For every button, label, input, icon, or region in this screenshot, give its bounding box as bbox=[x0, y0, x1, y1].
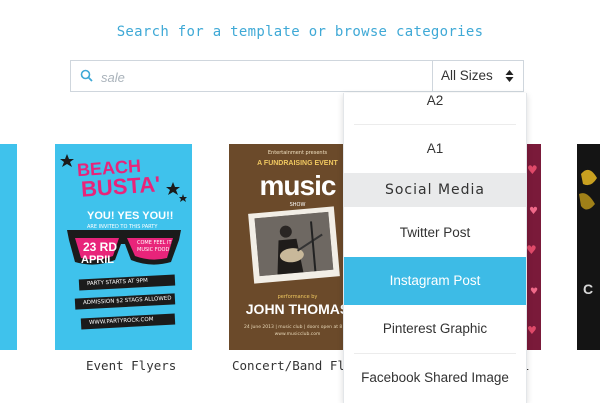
size-select[interactable]: All Sizes bbox=[432, 61, 523, 91]
sort-caret-icon bbox=[505, 69, 514, 83]
size-select-label: All Sizes bbox=[441, 68, 493, 83]
dropdown-section-social-media: Social Media bbox=[344, 173, 526, 207]
category-label-concert-flyers[interactable]: Concert/Band Fly bbox=[232, 358, 352, 373]
dropdown-divider bbox=[354, 124, 516, 125]
template-thumb-partial-right[interactable]: C bbox=[577, 144, 600, 350]
size-option-instagram-post[interactable]: Instagram Post bbox=[344, 257, 526, 305]
concert-photo bbox=[248, 206, 340, 284]
beach-info-text: COME FEEL IT MUSIC FOOD bbox=[137, 240, 172, 253]
size-option-twitter-post[interactable]: Twitter Post bbox=[344, 225, 526, 240]
template-thumb-event-flyer[interactable]: BEACH BUSTA' YOU! YES YOU!! ARE INVITED … bbox=[55, 144, 192, 350]
size-dropdown-menu: A2 A1 Social Media Twitter Post Instagra… bbox=[343, 93, 527, 403]
template-thumb-hearts[interactable]: ♥ ♥ ♥ ♥ ♥ bbox=[525, 144, 541, 350]
svg-text:C: C bbox=[583, 281, 593, 297]
category-label-event-flyers[interactable]: Event Flyers bbox=[86, 358, 176, 373]
size-option-a2[interactable]: A2 bbox=[344, 93, 526, 108]
beach-yes-text: YOU! YES YOU!! bbox=[87, 210, 174, 222]
size-option-a1[interactable]: A1 bbox=[344, 141, 526, 156]
svg-text:♥: ♥ bbox=[526, 243, 537, 257]
template-search-bar: All Sizes bbox=[70, 60, 524, 92]
svg-text:♥: ♥ bbox=[529, 206, 538, 217]
svg-text:♥: ♥ bbox=[530, 287, 538, 297]
template-thumb-partial-left[interactable] bbox=[0, 144, 17, 350]
svg-text:♥: ♥ bbox=[527, 324, 537, 337]
beach-invite-text: ARE INVITED TO THIS PARTY bbox=[87, 224, 158, 230]
beach-date-month: APRIL bbox=[81, 254, 114, 266]
page-headline: Search for a template or browse categori… bbox=[116, 24, 484, 40]
search-input[interactable] bbox=[99, 65, 473, 89]
svg-text:♥: ♥ bbox=[527, 163, 538, 177]
search-icon bbox=[79, 68, 95, 84]
beach-title-line2: BUSTA' bbox=[80, 171, 162, 202]
dropdown-divider bbox=[354, 353, 516, 354]
size-option-facebook-shared-image[interactable]: Facebook Shared Image bbox=[344, 370, 526, 385]
beach-date-day: 23 RD bbox=[83, 240, 118, 254]
size-option-pinterest-graphic[interactable]: Pinterest Graphic bbox=[344, 321, 526, 336]
guitarist-image bbox=[254, 211, 334, 277]
